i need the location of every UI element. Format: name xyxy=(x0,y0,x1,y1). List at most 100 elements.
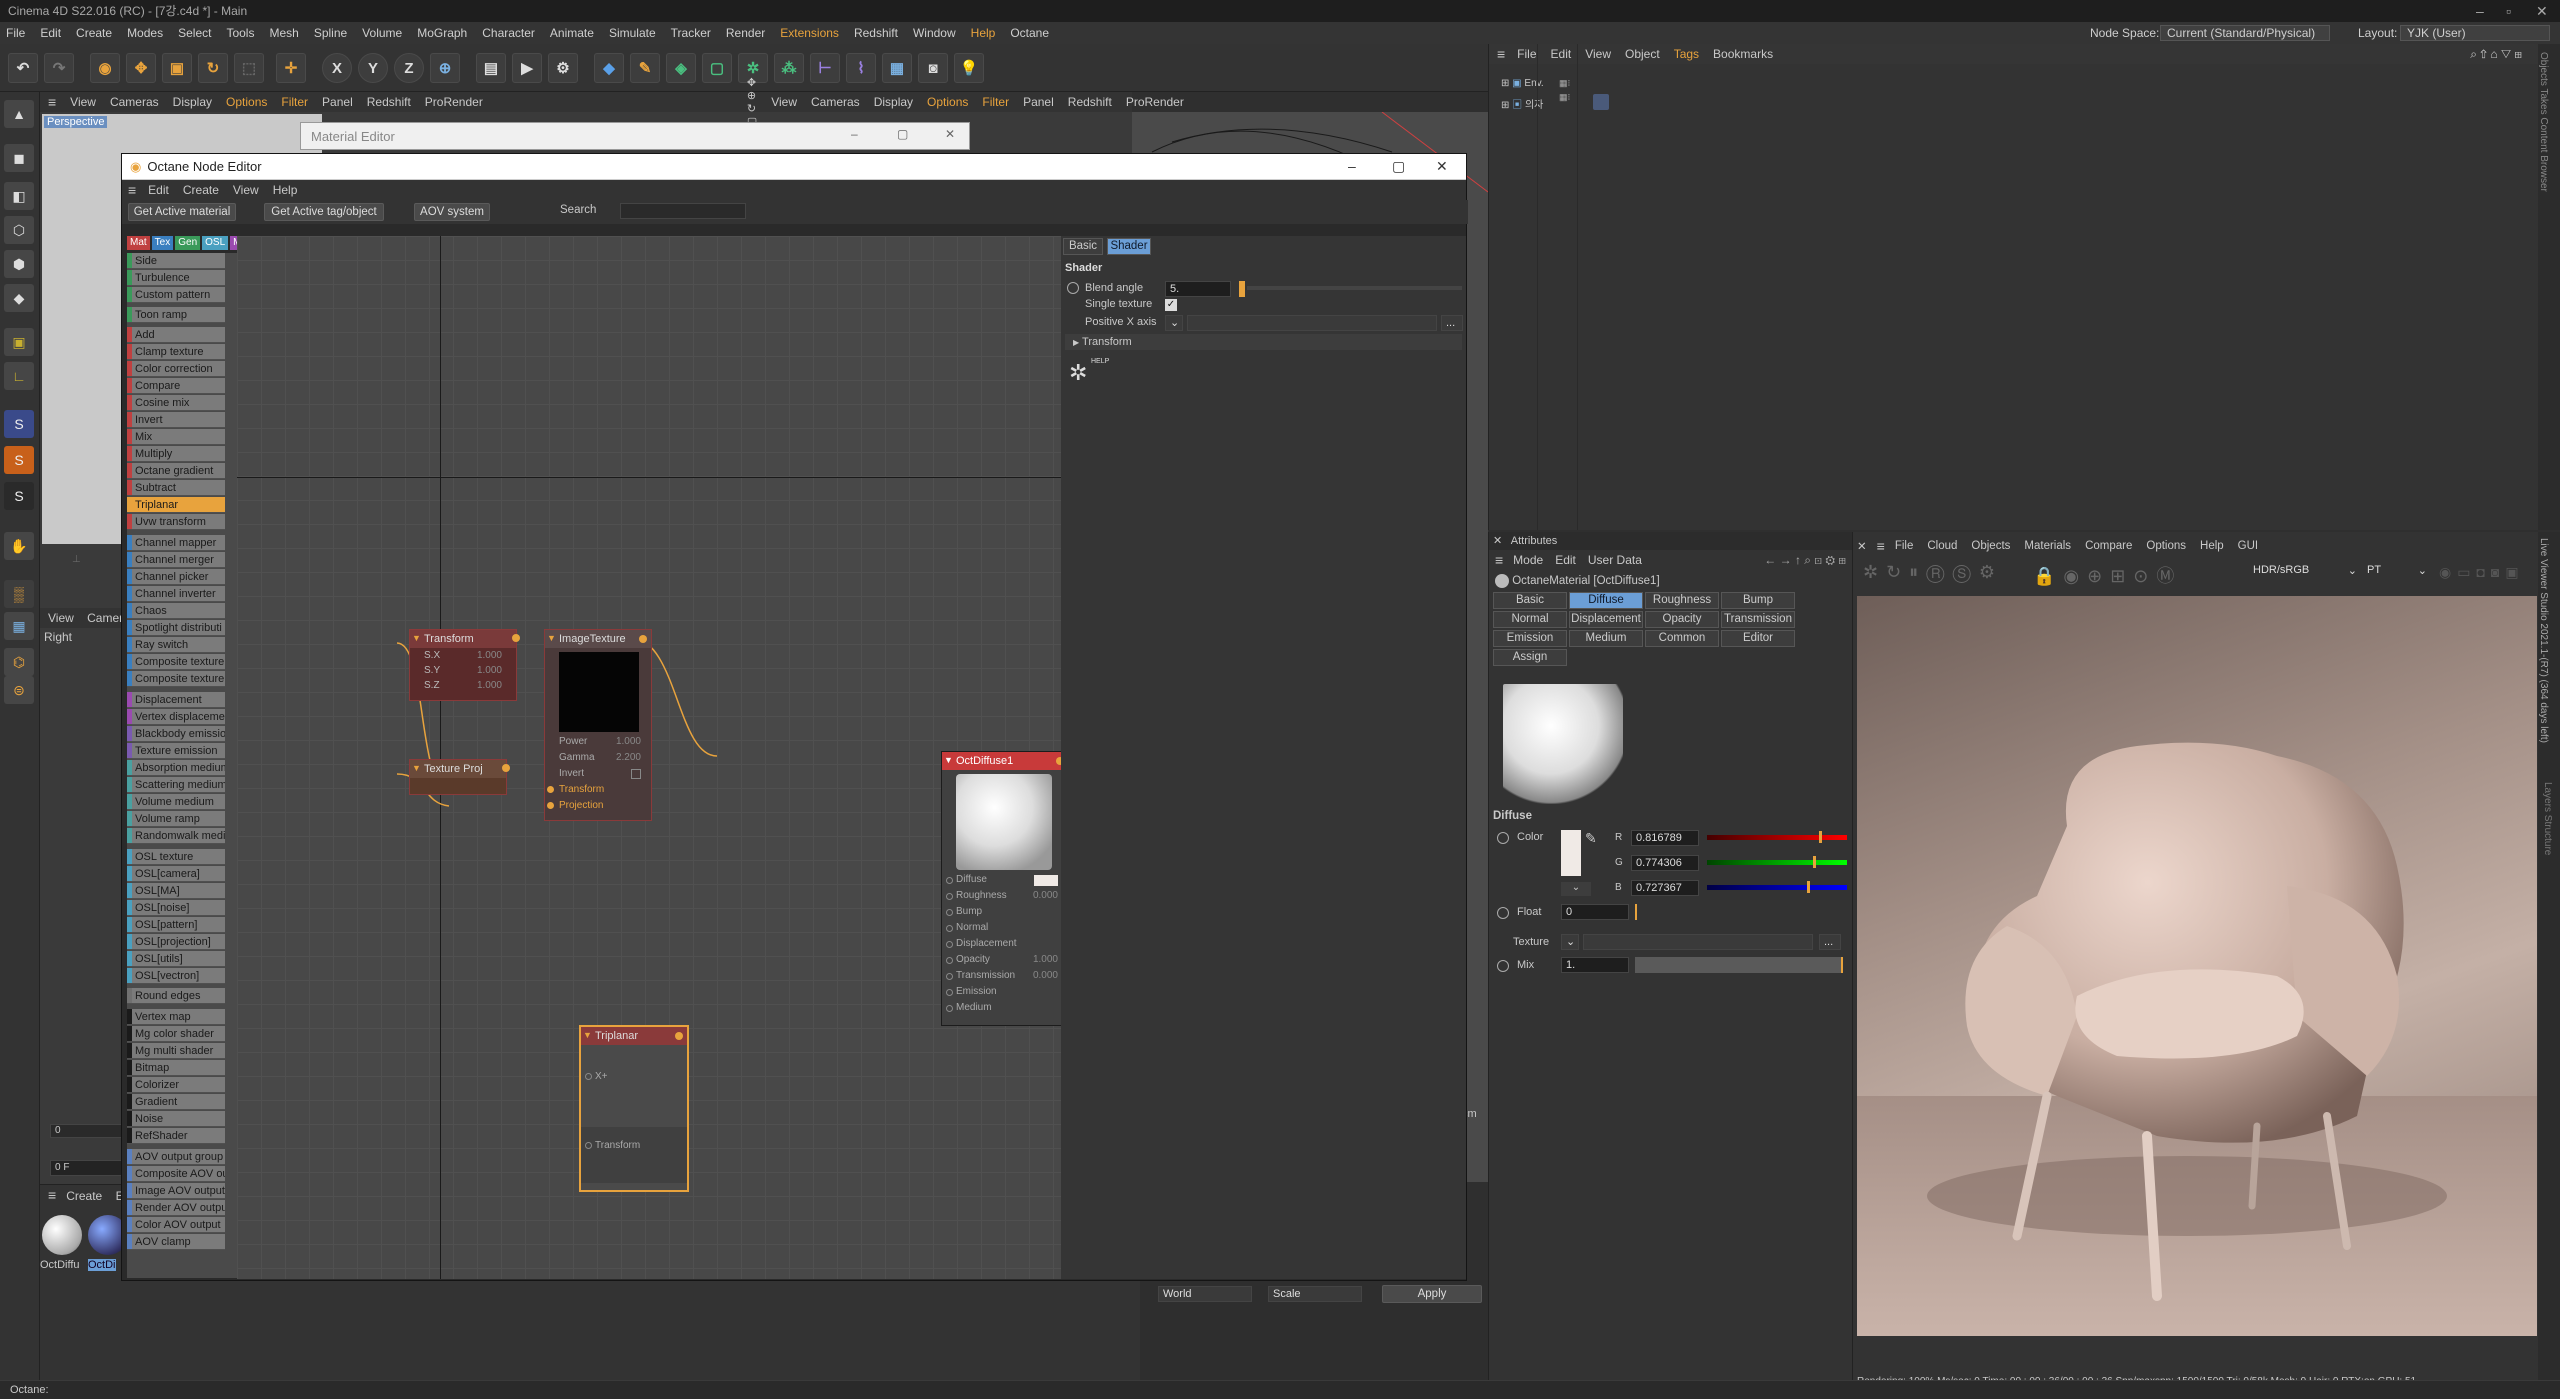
render-region-icon[interactable]: ▤ xyxy=(476,53,506,83)
ne-menu-edit[interactable]: Edit xyxy=(148,183,169,197)
g-slider-handle[interactable] xyxy=(1813,856,1816,868)
ne-menu-create[interactable]: Create xyxy=(183,183,219,197)
attr-tab-normal[interactable]: Normal xyxy=(1493,611,1567,628)
node-list-item[interactable]: Bitmap xyxy=(127,1060,225,1076)
node-list-item[interactable]: Color AOV output xyxy=(127,1217,225,1233)
deformer-icon[interactable]: ⊢ xyxy=(810,53,840,83)
octdiffuse-input-value[interactable]: 0.000 xyxy=(1033,890,1058,901)
menu-tracker[interactable]: Tracker xyxy=(671,26,711,40)
ne-menu-view[interactable]: View xyxy=(233,183,259,197)
node-list-item[interactable]: Ray switch xyxy=(127,637,225,653)
texture-mode-icon[interactable]: ◧ xyxy=(4,182,34,210)
render-view-icon[interactable]: ▶ xyxy=(512,53,542,83)
octdiffuse-input-port[interactable] xyxy=(946,989,953,996)
node-list-item[interactable]: Channel merger xyxy=(127,552,225,568)
maximize-icon[interactable]: ▫ xyxy=(2506,0,2511,22)
positive-x-browse[interactable]: ... xyxy=(1441,315,1463,331)
node-list-item[interactable]: OSL texture xyxy=(127,849,225,865)
menu-mograph[interactable]: MoGraph xyxy=(417,26,467,40)
obj-menu-bookmarks[interactable]: Bookmarks xyxy=(1713,47,1773,61)
node-list-item[interactable]: Round edges xyxy=(127,988,225,1004)
octdiffuse-input-port[interactable] xyxy=(946,893,953,900)
me-close-icon[interactable]: ✕ xyxy=(945,127,955,141)
b-slider[interactable] xyxy=(1707,885,1847,890)
menu-volume[interactable]: Volume xyxy=(362,26,402,40)
attr-tab-common[interactable]: Common xyxy=(1645,630,1719,647)
menu-modes[interactable]: Modes xyxy=(127,26,163,40)
vp-menu-display[interactable]: Display xyxy=(173,95,212,109)
get-active-material-button[interactable]: Get Active material xyxy=(128,203,236,221)
node-list-item[interactable]: OSL[pattern] xyxy=(127,917,225,933)
make-editable-icon[interactable]: ▲ xyxy=(4,100,34,128)
menu-tools[interactable]: Tools xyxy=(226,26,254,40)
lv-menu-materials[interactable]: Materials xyxy=(2024,540,2071,552)
scale-dropdown[interactable]: Scale xyxy=(1268,1286,1362,1302)
live-viewer-side-tabs-labels[interactable]: Layers Structure xyxy=(2542,782,2553,855)
vp-menu-prorender[interactable]: ProRender xyxy=(425,95,483,109)
vp2-menu-redshift[interactable]: Redshift xyxy=(1068,95,1112,109)
attr-menu-edit[interactable]: Edit xyxy=(1555,553,1576,567)
attr-tab-diffuse[interactable]: Diffuse xyxy=(1569,592,1643,609)
menu-octane[interactable]: Octane xyxy=(1010,26,1049,40)
attr-tab-transmission[interactable]: Transmission xyxy=(1721,611,1795,628)
node-list-item[interactable]: AOV output group xyxy=(127,1149,225,1165)
obj-menu-object[interactable]: Object xyxy=(1625,47,1660,61)
recent-tool-icon[interactable]: ⬚ xyxy=(234,53,264,83)
expand-icon[interactable]: ⊞ xyxy=(1501,78,1509,89)
vp-menu-options[interactable]: Options xyxy=(226,95,267,109)
octane-help-icon[interactable]: ✲ xyxy=(1069,360,1087,386)
lv-menu-compare[interactable]: Compare xyxy=(2085,540,2132,552)
node-list-item[interactable]: Image AOV output xyxy=(127,1183,225,1199)
subdivision-icon[interactable]: ◈ xyxy=(666,53,696,83)
menu-redshift[interactable]: Redshift xyxy=(854,26,898,40)
octdiffuse-input-port[interactable] xyxy=(946,877,953,884)
vp-menu-view[interactable]: View xyxy=(70,95,96,109)
workplane-icon[interactable]: ▣ xyxy=(4,328,34,356)
visibility-toggles[interactable]: ▦⁝ ▦⁝ xyxy=(1559,76,1573,106)
ne-menu-help[interactable]: Help xyxy=(273,183,298,197)
rotate-tool-icon[interactable]: ↻ xyxy=(198,53,228,83)
node-list-item[interactable]: Displacement xyxy=(127,692,225,708)
node-list-item[interactable]: Channel picker xyxy=(127,569,225,585)
power-value[interactable]: 1.000 xyxy=(616,736,641,747)
floor-icon[interactable]: ▦ xyxy=(882,53,912,83)
inspector-tab-basic[interactable]: Basic xyxy=(1063,238,1103,255)
render-settings-icon[interactable]: ⚙ xyxy=(548,53,578,83)
lv-toolbar-icons-2[interactable]: 🔒◉⊕⊞⊙Ⓜ xyxy=(2033,562,2182,588)
mix-slider-handle[interactable] xyxy=(1841,957,1843,973)
node-list-item[interactable]: Vertex map xyxy=(127,1009,225,1025)
hamburger-icon[interactable]: ≡ xyxy=(48,94,56,110)
layout-dropdown[interactable]: YJK (User) xyxy=(2400,25,2550,41)
search-input[interactable] xyxy=(620,203,746,219)
objects-search-icons[interactable]: ⌕ ⇧ ⌂ ▽ ⊞ xyxy=(2470,47,2522,62)
node-list-item[interactable]: OSL[projection] xyxy=(127,934,225,950)
vp2-menu-cameras[interactable]: Cameras xyxy=(811,95,860,109)
node-list-item[interactable]: Custom pattern xyxy=(127,287,225,303)
g-slider[interactable] xyxy=(1707,860,1847,865)
move-tool-icon[interactable]: ✥ xyxy=(126,53,156,83)
obj-menu-view[interactable]: View xyxy=(1585,47,1611,61)
filter-tab-gen[interactable]: Gen xyxy=(175,236,201,250)
object-name-env[interactable]: Env. xyxy=(1524,78,1543,89)
node-list-item[interactable]: Absorption medium xyxy=(127,760,225,776)
node-list-item[interactable]: OSL[vectron] xyxy=(127,968,225,984)
mix-input[interactable]: 1. xyxy=(1561,957,1629,973)
triplanar-transform-port[interactable] xyxy=(585,1142,592,1149)
attr-tab-bump[interactable]: Bump xyxy=(1721,592,1795,609)
side-tab-labels[interactable]: Objects Takes Content Browser xyxy=(2538,44,2549,192)
node-space-dropdown[interactable]: Current (Standard/Physical) xyxy=(2160,25,2330,41)
attr-menu-userdata[interactable]: User Data xyxy=(1588,553,1642,567)
node-list-item[interactable]: Mg multi shader xyxy=(127,1043,225,1059)
transform-sy-value[interactable]: 1.000 xyxy=(477,665,502,676)
node-list-item[interactable]: RefShader xyxy=(127,1128,225,1144)
node-list-item[interactable]: Colorizer xyxy=(127,1077,225,1093)
node-list-item[interactable]: Texture emission xyxy=(127,743,225,759)
vp2-menu-options[interactable]: Options xyxy=(927,95,968,109)
lv-extra-icons[interactable]: ◉▭◘◙▣ xyxy=(2439,564,2525,581)
attr-tab-opacity[interactable]: Opacity xyxy=(1645,611,1719,628)
material-thumb-1[interactable] xyxy=(42,1215,82,1255)
texture-browse[interactable]: ... xyxy=(1819,934,1841,950)
octdiffuse-node[interactable]: OctDiffuse1 ▼ Diffuse Roughness 0.000 Bump N… xyxy=(941,751,1069,1026)
node-list-item[interactable]: Vertex displacemer xyxy=(127,709,225,725)
me-minimize-icon[interactable]: – xyxy=(851,127,858,141)
